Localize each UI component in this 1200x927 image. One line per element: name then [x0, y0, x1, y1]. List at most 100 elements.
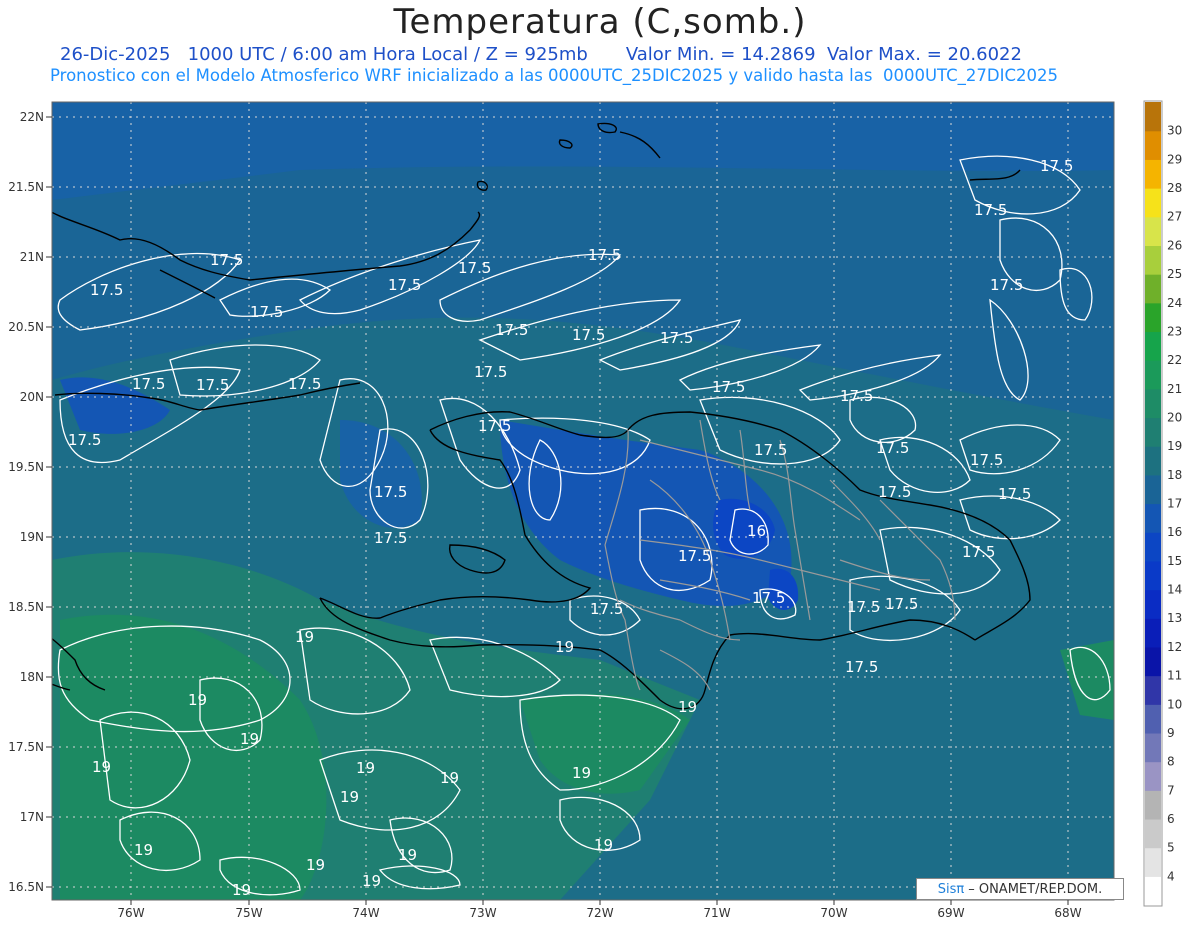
colorbar-cell: [1145, 589, 1161, 619]
colorbar-cell: [1145, 761, 1161, 791]
colorbar-label: 21: [1167, 382, 1182, 396]
contour-label: 19: [188, 691, 207, 709]
contour-label: 17.5: [250, 303, 283, 321]
contour-label: 17.5: [876, 439, 909, 457]
contour-label: 17.5: [572, 326, 605, 344]
temperature-map: 17.5 17.5 17.5 17.5 17.5 17.5 17.5 17.5 …: [8, 100, 1182, 920]
contour-label: 19: [678, 698, 697, 716]
colorbar-cell: [1145, 532, 1161, 562]
colorbar-label: 26: [1167, 238, 1182, 252]
contour-label: 17.5: [388, 276, 421, 294]
contour-label: 19: [92, 758, 111, 776]
contour-label: 19: [295, 628, 314, 646]
colorbar-cell: [1145, 159, 1161, 189]
lat-label: 22N: [20, 110, 44, 124]
colorbar-label: 28: [1167, 181, 1182, 195]
colorbar-cell: [1145, 302, 1161, 333]
lon-label: 75W: [235, 906, 262, 920]
colorbar-label: 9: [1167, 726, 1175, 740]
contour-label: 17.5: [458, 259, 491, 277]
colorbar-cell: [1145, 245, 1161, 275]
contour-label: 17.5: [288, 375, 321, 393]
colorbar-label: 10: [1167, 697, 1182, 711]
contour-label: 16: [747, 522, 766, 540]
contour-label: 17.5: [712, 378, 745, 396]
lat-label: 20.5N: [8, 320, 44, 334]
contour-label: 17.5: [847, 598, 880, 616]
lon-label: 73W: [469, 906, 496, 920]
colorbar-cell: [1145, 847, 1161, 877]
colorbar-cell: [1145, 790, 1161, 820]
contour-label: 17.5: [90, 281, 123, 299]
colorbar-label: 24: [1167, 296, 1182, 310]
colorbar-label: 22: [1167, 353, 1182, 367]
contour-label: 19: [134, 841, 153, 859]
lon-label: 70W: [820, 906, 847, 920]
lat-label: 16.5N: [8, 880, 44, 894]
colorbar-cell: [1145, 474, 1161, 505]
contour-label: 17.5: [374, 483, 407, 501]
colorbar-label: 19: [1167, 439, 1182, 453]
credit-box: Sisπ – ONAMET/REP.DOM.: [916, 878, 1124, 900]
lon-axis: 76W 75W 74W 73W 72W 71W 70W 69W 68W: [117, 906, 1081, 920]
colorbar-cell: [1145, 102, 1161, 132]
colorbar-cell: [1145, 876, 1161, 906]
colorbar-cell: [1145, 360, 1161, 390]
colorbar: 30 29 28 27 26 25 24 23 22 21 20 19 18 17 16 15 14 13 12 11…: [1143, 100, 1182, 907]
contour-label: 17.5: [478, 417, 511, 435]
contour-label: 17.5: [374, 529, 407, 547]
colorbar-label: 30: [1167, 124, 1182, 138]
colorbar-label: 12: [1167, 640, 1182, 654]
lon-label: 69W: [937, 906, 964, 920]
contour-label: 17.5: [210, 251, 243, 269]
colorbar-label: 17: [1167, 497, 1182, 511]
colorbar-cell: [1145, 675, 1161, 705]
contour-label: 17.5: [474, 363, 507, 381]
lon-ticks: [130, 900, 1069, 905]
contour-label: 17.5: [998, 485, 1031, 503]
colorbar-cell: [1145, 388, 1161, 419]
contour-label: 19: [340, 788, 359, 806]
colorbar-cell: [1145, 417, 1161, 447]
contour-label: 17.5: [588, 246, 621, 264]
contour-label: 19: [440, 769, 459, 787]
colorbar-cell: [1145, 216, 1161, 246]
colorbar-cell: [1145, 274, 1161, 304]
colorbar-label: 29: [1167, 152, 1182, 166]
colorbar-label: 18: [1167, 468, 1182, 482]
colorbar-label: 20: [1167, 410, 1182, 424]
contour-label: 17.5: [878, 483, 911, 501]
contour-label: 17.5: [752, 589, 785, 607]
contour-label: 19: [306, 856, 325, 874]
contour-label: 19: [572, 764, 591, 782]
colorbar-cell: [1145, 704, 1161, 734]
colorbar-label: 5: [1167, 841, 1175, 855]
colorbar-cell: [1145, 646, 1161, 677]
contour-label: 17.5: [754, 441, 787, 459]
contour-label: 19: [398, 846, 417, 864]
colorbar-label: 6: [1167, 812, 1175, 826]
lat-label: 17.5N: [8, 740, 44, 754]
lat-label: 19N: [20, 530, 44, 544]
colorbar-label: 7: [1167, 783, 1175, 797]
colorbar-cell: [1145, 331, 1161, 361]
colorbar-label: 8: [1167, 755, 1175, 769]
colorbar-cell: [1145, 446, 1161, 476]
colorbar-cell: [1145, 188, 1161, 218]
contour-label: 17.5: [962, 543, 995, 561]
contour-label: 17.5: [840, 387, 873, 405]
lat-label: 19.5N: [8, 460, 44, 474]
contour-label: 17.5: [196, 376, 229, 394]
contour-label: 17.5: [495, 321, 528, 339]
lon-label: 71W: [703, 906, 730, 920]
lat-label: 18N: [20, 670, 44, 684]
colorbar-label: 25: [1167, 267, 1182, 281]
colorbar-cell: [1145, 732, 1161, 763]
contour-label: 17.5: [678, 547, 711, 565]
colorbar-label: 27: [1167, 210, 1182, 224]
contour-label: 17.5: [974, 201, 1007, 219]
contour-label: 19: [362, 872, 381, 890]
lon-label: 74W: [352, 906, 379, 920]
contour-label: 17.5: [590, 600, 623, 618]
colorbar-cell: [1145, 560, 1161, 591]
